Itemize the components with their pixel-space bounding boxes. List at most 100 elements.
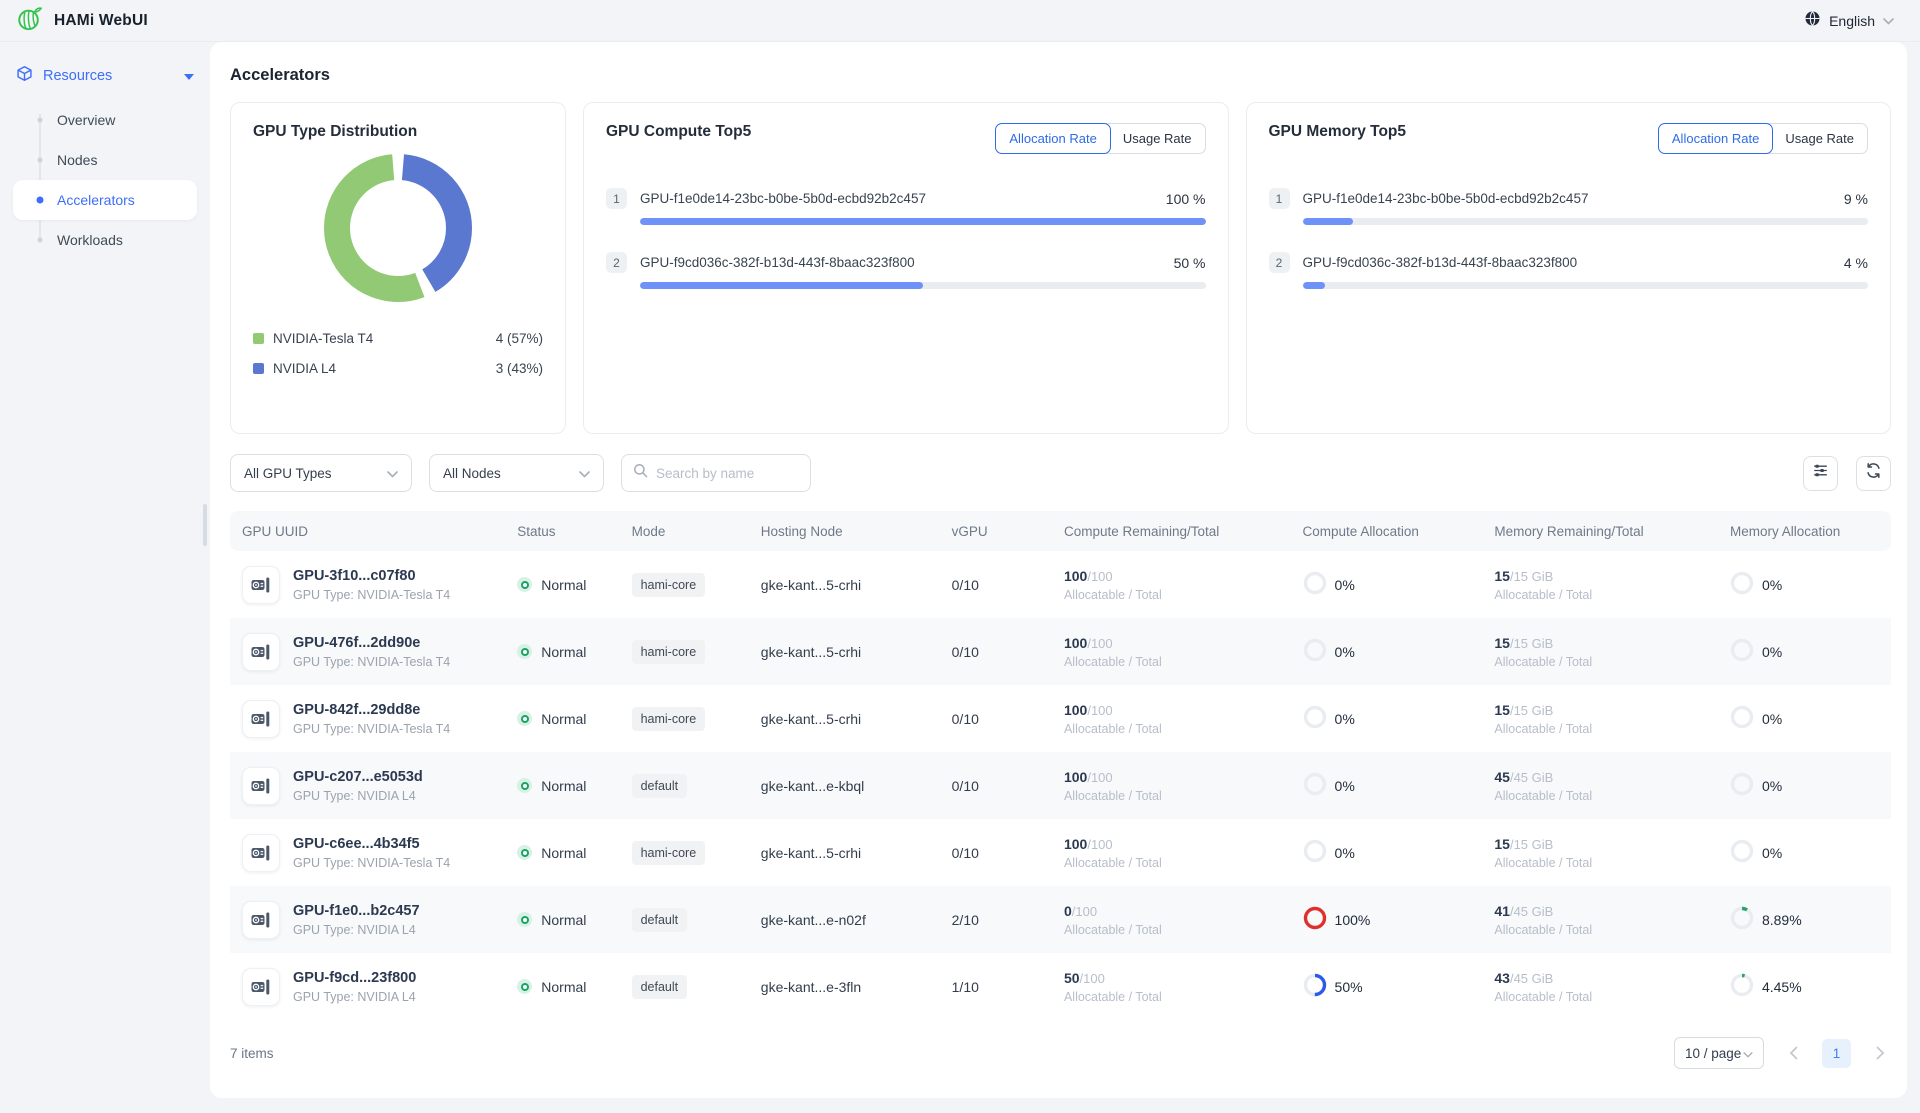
node-select-value: All Nodes [443, 466, 501, 481]
allocation-rate-tab[interactable]: Allocation Rate [995, 123, 1110, 154]
usage-rate-tab[interactable]: Usage Rate [1110, 124, 1205, 153]
mode-badge: hami-core [632, 707, 706, 731]
table-row[interactable]: GPU-c6ee...4b34f5 GPU Type: NVIDIA-Tesla… [230, 819, 1891, 886]
table-footer: 7 items 10 / page 1 [230, 1033, 1891, 1073]
top5-progress-fill [1303, 218, 1354, 225]
refresh-button[interactable] [1856, 456, 1891, 491]
hosting-node: gke-kant...e-kbql [761, 778, 952, 794]
prev-page-icon[interactable] [1782, 1042, 1804, 1064]
gpu-type-donut-chart [323, 153, 473, 303]
memory-sub-label: Allocatable / Total [1494, 789, 1730, 803]
gpu-type-select[interactable]: All GPU Types [230, 454, 412, 492]
gpu-uuid: GPU-f9cd...23f800 [293, 970, 416, 986]
memory-allocation-ring [1730, 705, 1754, 732]
col-gpu-uuid: GPU UUID [230, 524, 517, 539]
col-compute-allocation: Compute Allocation [1303, 524, 1495, 539]
memory-remaining: 45 [1494, 769, 1510, 785]
chevron-down-icon [1883, 12, 1894, 30]
search-box [621, 454, 811, 492]
memory-remaining: 43 [1494, 970, 1510, 986]
status-label: Normal [541, 979, 586, 995]
chevron-down-icon [1743, 1046, 1753, 1061]
search-input[interactable] [656, 466, 799, 481]
page-size-select[interactable]: 10 / page [1674, 1037, 1764, 1069]
rank-badge: 2 [606, 252, 627, 273]
memory-top5-list: 1 GPU-f1e0de14-23bc-b0be-5b0d-ecbd92b2c4… [1269, 188, 1869, 289]
col-memory-remaining: Memory Remaining/Total [1494, 524, 1730, 539]
table-row[interactable]: GPU-f1e0...b2c457 GPU Type: NVIDIA L4 No… [230, 886, 1891, 953]
compute-allocation-ring [1303, 571, 1327, 598]
memory-total: /45 GiB [1510, 904, 1553, 919]
top5-progress-fill [1303, 282, 1326, 289]
memory-total: /15 GiB [1510, 636, 1553, 651]
compute-sub-label: Allocatable / Total [1064, 990, 1303, 1004]
status-ok-icon [517, 979, 532, 994]
gpu-uuid: GPU-476f...2dd90e [293, 635, 450, 651]
page-number-button[interactable]: 1 [1822, 1039, 1851, 1068]
top5-value: 100 % [1166, 191, 1206, 207]
gpu-memory-top5-card: GPU Memory Top5 Allocation Rate Usage Ra… [1246, 102, 1892, 434]
tree-dot [37, 238, 42, 243]
memory-allocation-pct: 0% [1762, 778, 1782, 794]
memory-total: /15 GiB [1510, 837, 1553, 852]
compute-sub-label: Allocatable / Total [1064, 722, 1303, 736]
scrollbar-thumb[interactable] [203, 504, 207, 546]
node-select[interactable]: All Nodes [429, 454, 604, 492]
sidebar-item-label: Accelerators [57, 192, 135, 208]
compute-allocation-pct: 0% [1335, 711, 1355, 727]
memory-total: /45 GiB [1510, 971, 1553, 986]
top5-gpu-name: GPU-f1e0de14-23bc-b0be-5b0d-ecbd92b2c457 [1303, 191, 1844, 206]
table-header: GPU UUID Status Mode Hosting Node vGPU C… [230, 511, 1891, 551]
top5-value: 9 % [1844, 191, 1868, 207]
donut-legend: NVIDIA-Tesla T4 4 (57%) NVIDIA L4 3 (43%… [253, 323, 543, 383]
sidebar-section-resources[interactable]: Resources [16, 62, 194, 90]
table-row[interactable]: GPU-842f...29dd8e GPU Type: NVIDIA-Tesla… [230, 685, 1891, 752]
top5-progress-track [640, 218, 1206, 225]
status-label: Normal [541, 577, 586, 593]
compute-total: /100 [1087, 837, 1112, 852]
status-label: Normal [541, 711, 586, 727]
language-selector[interactable]: English [1804, 10, 1920, 32]
hosting-node: gke-kant...e-n02f [761, 912, 952, 928]
table-row[interactable]: GPU-3f10...c07f80 GPU Type: NVIDIA-Tesla… [230, 551, 1891, 618]
table-row[interactable]: GPU-c207...e5053d GPU Type: NVIDIA L4 No… [230, 752, 1891, 819]
legend-marker [253, 333, 264, 344]
vgpu-value: 0/10 [952, 711, 1064, 727]
gpu-uuid: GPU-f1e0...b2c457 [293, 903, 420, 919]
sidebar-item-nodes[interactable]: Nodes [13, 140, 197, 180]
memory-remaining: 15 [1494, 635, 1510, 651]
table-row[interactable]: GPU-476f...2dd90e GPU Type: NVIDIA-Tesla… [230, 618, 1891, 685]
usage-rate-tab[interactable]: Usage Rate [1772, 124, 1867, 153]
memory-sub-label: Allocatable / Total [1494, 722, 1730, 736]
column-settings-button[interactable] [1803, 456, 1838, 491]
hosting-node: gke-kant...5-crhi [761, 577, 952, 593]
legend-marker [253, 363, 264, 374]
compute-top5-list: 1 GPU-f1e0de14-23bc-b0be-5b0d-ecbd92b2c4… [606, 188, 1206, 289]
gpu-uuid: GPU-3f10...c07f80 [293, 568, 450, 584]
mode-badge: hami-core [632, 640, 706, 664]
next-page-icon[interactable] [1869, 1042, 1891, 1064]
compute-total: /100 [1087, 703, 1112, 718]
table-row[interactable]: GPU-f9cd...23f800 GPU Type: NVIDIA L4 No… [230, 953, 1891, 1020]
allocation-rate-tab[interactable]: Allocation Rate [1658, 123, 1773, 154]
compute-total: /100 [1072, 904, 1097, 919]
top5-item: 2 GPU-f9cd036c-382f-b13d-443f-8baac323f8… [606, 252, 1206, 289]
page-size-value: 10 / page [1685, 1046, 1741, 1061]
compute-allocation-ring [1303, 705, 1327, 732]
compute-allocation-pct: 0% [1335, 778, 1355, 794]
memory-allocation-ring [1730, 839, 1754, 866]
sidebar-item-overview[interactable]: Overview [13, 100, 197, 140]
top5-gpu-name: GPU-f9cd036c-382f-b13d-443f-8baac323f800 [1303, 255, 1844, 270]
vgpu-value: 0/10 [952, 644, 1064, 660]
compute-total: /100 [1087, 569, 1112, 584]
memory-allocation-pct: 4.45% [1762, 979, 1802, 995]
memory-sub-label: Allocatable / Total [1494, 856, 1730, 870]
gpu-compute-top5-card: GPU Compute Top5 Allocation Rate Usage R… [583, 102, 1229, 434]
memory-allocation-ring [1730, 906, 1754, 933]
status-ok-icon [517, 644, 532, 659]
compute-allocation-pct: 0% [1335, 577, 1355, 593]
memory-sub-label: Allocatable / Total [1494, 990, 1730, 1004]
sidebar-item-accelerators[interactable]: Accelerators [13, 180, 197, 220]
search-icon [633, 463, 648, 483]
sidebar-item-workloads[interactable]: Workloads [13, 220, 197, 260]
